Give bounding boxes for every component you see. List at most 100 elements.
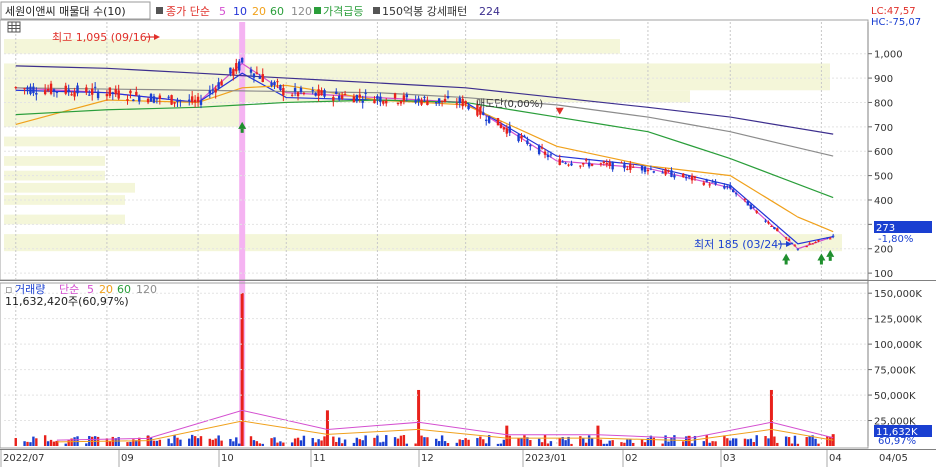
volume-bar xyxy=(332,436,335,446)
price-tick-label: 900 xyxy=(874,74,893,85)
volume-bar xyxy=(590,438,594,446)
candle-body xyxy=(73,92,76,97)
legend-ma5: 5 xyxy=(219,5,226,18)
volume-bar xyxy=(632,442,635,446)
volume-bar xyxy=(279,441,282,446)
candle-body xyxy=(755,211,758,213)
volume-bar xyxy=(558,437,561,446)
candle-body xyxy=(91,88,94,95)
candle-body xyxy=(537,145,541,155)
candle-body xyxy=(232,69,235,76)
volume-bar xyxy=(217,435,220,446)
candle-body xyxy=(46,88,50,91)
volume-bar xyxy=(682,441,685,446)
surge-marker-stem xyxy=(240,128,244,133)
date-label: 02 xyxy=(625,453,638,464)
surge-marker-stem xyxy=(819,260,823,265)
candle-body xyxy=(708,184,711,186)
candle-body xyxy=(405,94,409,98)
volume-bar xyxy=(399,435,403,446)
volume-bar xyxy=(499,443,503,446)
candle-body xyxy=(776,228,779,232)
volume-bar xyxy=(261,443,264,446)
volume-bar-peak xyxy=(596,425,600,446)
volume-profile-band xyxy=(4,78,830,91)
candle-body xyxy=(282,87,285,96)
volume-bar xyxy=(508,435,511,446)
volume-bar xyxy=(426,437,429,446)
volume-bar xyxy=(723,435,726,446)
volume-bar xyxy=(343,439,347,446)
volume-bar xyxy=(196,438,200,446)
candle-body xyxy=(661,172,664,174)
candle-body xyxy=(340,95,344,99)
volume-bar xyxy=(776,442,779,446)
candle-body xyxy=(796,248,800,250)
candle-body xyxy=(240,57,244,63)
volume-bar xyxy=(232,441,235,446)
candle-body xyxy=(702,182,706,185)
candle-body xyxy=(358,94,361,98)
table-icon[interactable] xyxy=(7,21,21,33)
candle-body xyxy=(811,243,814,245)
legend-ma60: 60 xyxy=(270,5,284,18)
candle-body xyxy=(502,127,506,130)
candle-body xyxy=(255,72,259,74)
volume-bar xyxy=(708,442,711,446)
candle-body xyxy=(276,81,279,83)
volume-bar xyxy=(46,441,50,446)
volume-bar xyxy=(496,443,500,446)
volume-bar xyxy=(293,438,297,446)
candle-body xyxy=(35,92,38,95)
volume-bar xyxy=(220,440,223,446)
volume-bar xyxy=(132,439,135,446)
volume-bar xyxy=(599,439,603,446)
candle-body xyxy=(746,201,750,206)
candle-body xyxy=(649,168,653,170)
candle-body xyxy=(338,95,341,100)
volume-bar xyxy=(405,443,409,446)
volume-tick-label: 75,000K xyxy=(874,366,916,377)
volume-bar xyxy=(523,435,526,446)
candle-body xyxy=(673,175,676,178)
chart-canvas[interactable]: 1002003004005006007008009001,00025,000K5… xyxy=(0,0,936,467)
candle-body xyxy=(235,63,238,72)
candle-body xyxy=(558,158,561,165)
volume-bar xyxy=(176,437,179,446)
volume-profile-band xyxy=(4,156,105,166)
candle-body xyxy=(540,147,544,149)
candle-body xyxy=(111,92,114,95)
candle-body xyxy=(767,222,770,224)
volume-bar xyxy=(440,435,444,446)
candle-body xyxy=(273,81,276,86)
volume-bar xyxy=(826,436,829,446)
volume-bar xyxy=(64,443,67,446)
candle-body xyxy=(543,151,547,155)
volume-bar xyxy=(549,441,553,446)
candle-body xyxy=(567,164,570,166)
volume-bar xyxy=(282,442,285,446)
date-label: 09 xyxy=(121,453,134,464)
candle-body xyxy=(808,243,811,245)
date-label: 2022/07 xyxy=(3,453,45,464)
volume-bar xyxy=(414,443,417,446)
volume-bar xyxy=(382,441,385,446)
candle-body xyxy=(693,176,697,179)
hc-readout: HC:-75,07 xyxy=(871,17,921,28)
candle-body xyxy=(23,88,26,90)
candle-body xyxy=(770,225,773,227)
candle-body xyxy=(817,240,820,242)
volume-bar xyxy=(437,441,441,446)
candle-body xyxy=(214,88,217,93)
volume-bar xyxy=(26,441,29,446)
candle-body xyxy=(734,193,738,195)
volume-bar xyxy=(149,437,153,446)
volume-bar xyxy=(808,436,811,446)
volume-bar xyxy=(249,436,253,446)
candle-body xyxy=(290,94,294,96)
stock-chart[interactable]: 1002003004005006007008009001,00025,000K5… xyxy=(0,0,936,467)
volume-bar xyxy=(467,439,470,446)
candle-body xyxy=(787,239,791,241)
candle-body xyxy=(85,87,88,93)
candle-body xyxy=(170,95,173,105)
